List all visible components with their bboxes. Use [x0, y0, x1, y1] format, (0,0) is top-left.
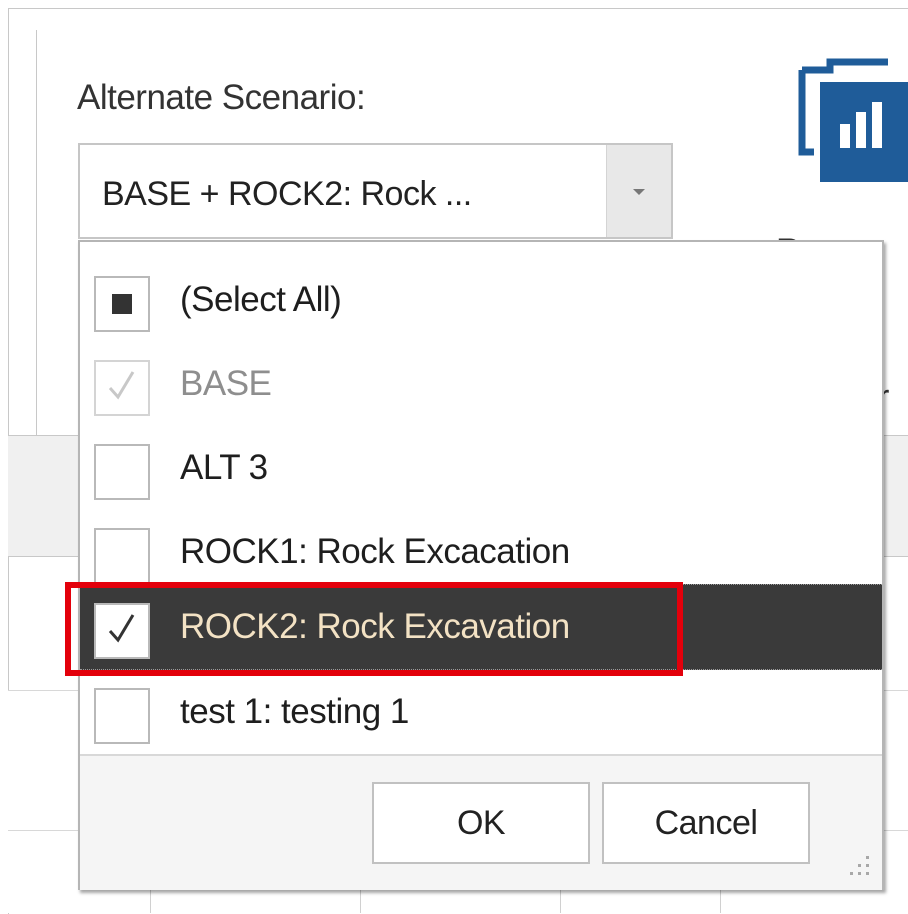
ok-button[interactable]: OK [372, 782, 590, 864]
rock1-checkbox[interactable] [94, 528, 150, 584]
chevron-down-icon [633, 189, 645, 195]
cancel-button[interactable]: Cancel [602, 782, 810, 864]
dropdown-footer: OK Cancel [80, 754, 882, 890]
select-all-checkbox[interactable] [94, 276, 150, 332]
checkmark-icon [108, 371, 135, 400]
list-item-label: (Select All) [180, 280, 342, 319]
list-item-base: BASE [80, 342, 882, 426]
list-item-label: ROCK1: Rock Excacation [180, 532, 570, 571]
combo-dropdown-button[interactable] [606, 145, 671, 237]
list-item-select-all[interactable]: (Select All) [80, 258, 882, 342]
indeterminate-square-icon [112, 294, 132, 314]
alternate-scenario-label: Alternate Scenario: [77, 78, 366, 117]
test-1-checkbox[interactable] [94, 688, 150, 744]
combo-selected-value: BASE + ROCK2: Rock ... [102, 175, 472, 213]
list-item-label: test 1: testing 1 [180, 692, 409, 731]
scenario-dropdown-popup: (Select All) BASE ALT 3 ROCK1: Rock Exca… [78, 240, 884, 890]
list-item-alt-3[interactable]: ALT 3 [80, 426, 882, 510]
alt-3-checkbox[interactable] [94, 444, 150, 500]
alternate-scenario-combobox[interactable]: BASE + ROCK2: Rock ... [78, 143, 673, 239]
resize-grip-icon[interactable] [842, 852, 872, 882]
list-item-label: BASE [180, 364, 272, 403]
base-checkbox [94, 360, 150, 416]
scenario-checklist: (Select All) BASE ALT 3 ROCK1: Rock Exca… [80, 242, 882, 754]
annotation-highlight-box [65, 582, 683, 676]
report-chart-icon[interactable] [792, 52, 908, 192]
list-item-label: ALT 3 [180, 448, 268, 487]
list-item-test-1[interactable]: test 1: testing 1 [80, 670, 882, 754]
